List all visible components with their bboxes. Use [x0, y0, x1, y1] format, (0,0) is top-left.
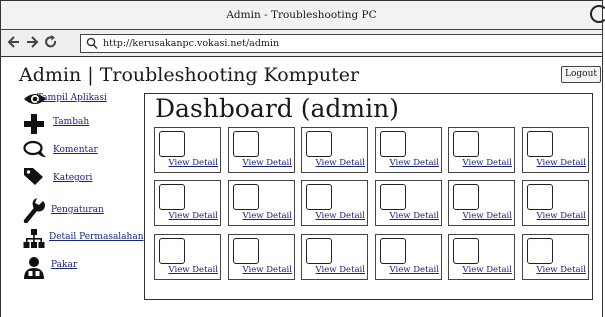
wrench-icon — [23, 197, 45, 223]
sidebar-item-kategori[interactable]: Kategori — [23, 166, 148, 186]
card-thumbnail — [453, 184, 479, 210]
sidebar-item-label: Tambah — [53, 117, 90, 127]
sidebar-item-detail-permasalahan[interactable]: Detail Permasalahan — [23, 227, 148, 249]
view-detail-link[interactable]: View Detail — [463, 158, 512, 168]
forward-arrow-icon[interactable] — [25, 33, 39, 51]
detail-card[interactable]: View Detail — [301, 127, 368, 173]
card-thumbnail — [380, 238, 406, 264]
address-bar[interactable]: http://kerusakanpc.vokasi.net/admin — [80, 34, 603, 53]
sidebar-item-label: Kategori — [53, 173, 93, 183]
view-detail-link[interactable]: View Detail — [243, 158, 292, 168]
view-detail-link[interactable]: View Detail — [316, 265, 365, 275]
view-detail-link[interactable]: View Detail — [390, 265, 439, 275]
tag-icon — [23, 166, 47, 186]
search-icon — [86, 37, 98, 50]
sidebar-item-label: Pengaturan — [51, 205, 104, 215]
sidebar-item-tampil-aplikasi[interactable]: Tampil Aplikasi — [23, 91, 148, 111]
card-thumbnail — [527, 184, 553, 210]
sidebar-item-tambah[interactable]: Tambah — [23, 113, 148, 135]
window-titlebar: Admin - Troubleshooting PC — [0, 0, 605, 30]
detail-card[interactable]: View Detail — [448, 180, 515, 226]
view-detail-link[interactable]: View Detail — [169, 211, 218, 221]
card-thumbnail — [306, 131, 332, 157]
browser-toolbar: http://kerusakanpc.vokasi.net/admin — [0, 30, 603, 57]
detail-card[interactable]: View Detail — [448, 127, 515, 173]
card-thumbnail — [159, 238, 185, 264]
detail-card[interactable]: View Detail — [228, 180, 295, 226]
card-thumbnail — [380, 131, 406, 157]
dashboard-heading: Dashboard (admin) — [155, 94, 399, 123]
sidebar-item-label: Pakar — [51, 260, 78, 270]
detail-card[interactable]: View Detail — [228, 127, 295, 173]
card-thumbnail — [159, 131, 185, 157]
view-detail-link[interactable]: View Detail — [537, 211, 586, 221]
card-thumbnail — [527, 131, 553, 157]
card-thumbnail — [453, 238, 479, 264]
view-detail-link[interactable]: View Detail — [463, 211, 512, 221]
view-detail-link[interactable]: View Detail — [243, 211, 292, 221]
detail-card[interactable]: View Detail — [448, 234, 515, 280]
detail-card[interactable]: View Detail — [301, 234, 368, 280]
card-thumbnail — [233, 131, 259, 157]
sidebar-item-label: Detail Permasalahan — [49, 232, 144, 242]
card-thumbnail — [233, 238, 259, 264]
view-detail-link[interactable]: View Detail — [316, 158, 365, 168]
sidebar-item-komentar[interactable]: Komentar — [23, 140, 148, 160]
comment-icon — [23, 140, 47, 160]
sitemap-icon — [23, 227, 45, 249]
card-thumbnail — [527, 238, 553, 264]
url-text: http://kerusakanpc.vokasi.net/admin — [103, 38, 280, 49]
detail-card[interactable]: View Detail — [228, 234, 295, 280]
detail-card[interactable]: View Detail — [375, 234, 442, 280]
view-detail-link[interactable]: View Detail — [537, 158, 586, 168]
detail-card[interactable]: View Detail — [375, 127, 442, 173]
view-detail-link[interactable]: View Detail — [537, 265, 586, 275]
detail-card[interactable]: View Detail — [522, 180, 589, 226]
page-title: Admin | Troubleshooting Komputer — [19, 64, 360, 86]
view-detail-link[interactable]: View Detail — [169, 265, 218, 275]
sidebar-item-pengaturan[interactable]: Pengaturan — [23, 197, 148, 223]
detail-card[interactable]: View Detail — [154, 127, 221, 173]
view-detail-link[interactable]: View Detail — [463, 265, 512, 275]
detail-card[interactable]: View Detail — [522, 127, 589, 173]
detail-card[interactable]: View Detail — [375, 180, 442, 226]
view-detail-link[interactable]: View Detail — [316, 211, 365, 221]
sidebar-item-label: Komentar — [53, 145, 98, 155]
window-control-icon[interactable] — [590, 5, 605, 23]
detail-card[interactable]: View Detail — [301, 180, 368, 226]
card-thumbnail — [453, 131, 479, 157]
reload-icon[interactable] — [44, 33, 58, 51]
card-thumbnail — [306, 238, 332, 264]
detail-card[interactable]: View Detail — [154, 180, 221, 226]
view-detail-link[interactable]: View Detail — [243, 265, 292, 275]
plus-icon — [23, 113, 45, 135]
window-title: Admin - Troubleshooting PC — [226, 9, 377, 21]
card-thumbnail — [159, 184, 185, 210]
back-arrow-icon[interactable] — [7, 33, 21, 51]
view-detail-link[interactable]: View Detail — [169, 158, 218, 168]
card-thumbnail — [233, 184, 259, 210]
card-thumbnail — [380, 184, 406, 210]
logout-button[interactable]: Logout — [561, 66, 601, 83]
user-expert-icon — [23, 256, 45, 280]
sidebar-item-pakar[interactable]: Pakar — [23, 256, 148, 279]
view-detail-link[interactable]: View Detail — [390, 158, 439, 168]
view-detail-link[interactable]: View Detail — [390, 211, 439, 221]
sidebar-item-label: Tampil Aplikasi — [37, 93, 107, 103]
detail-card[interactable]: View Detail — [154, 234, 221, 280]
detail-card[interactable]: View Detail — [522, 234, 589, 280]
card-thumbnail — [306, 184, 332, 210]
